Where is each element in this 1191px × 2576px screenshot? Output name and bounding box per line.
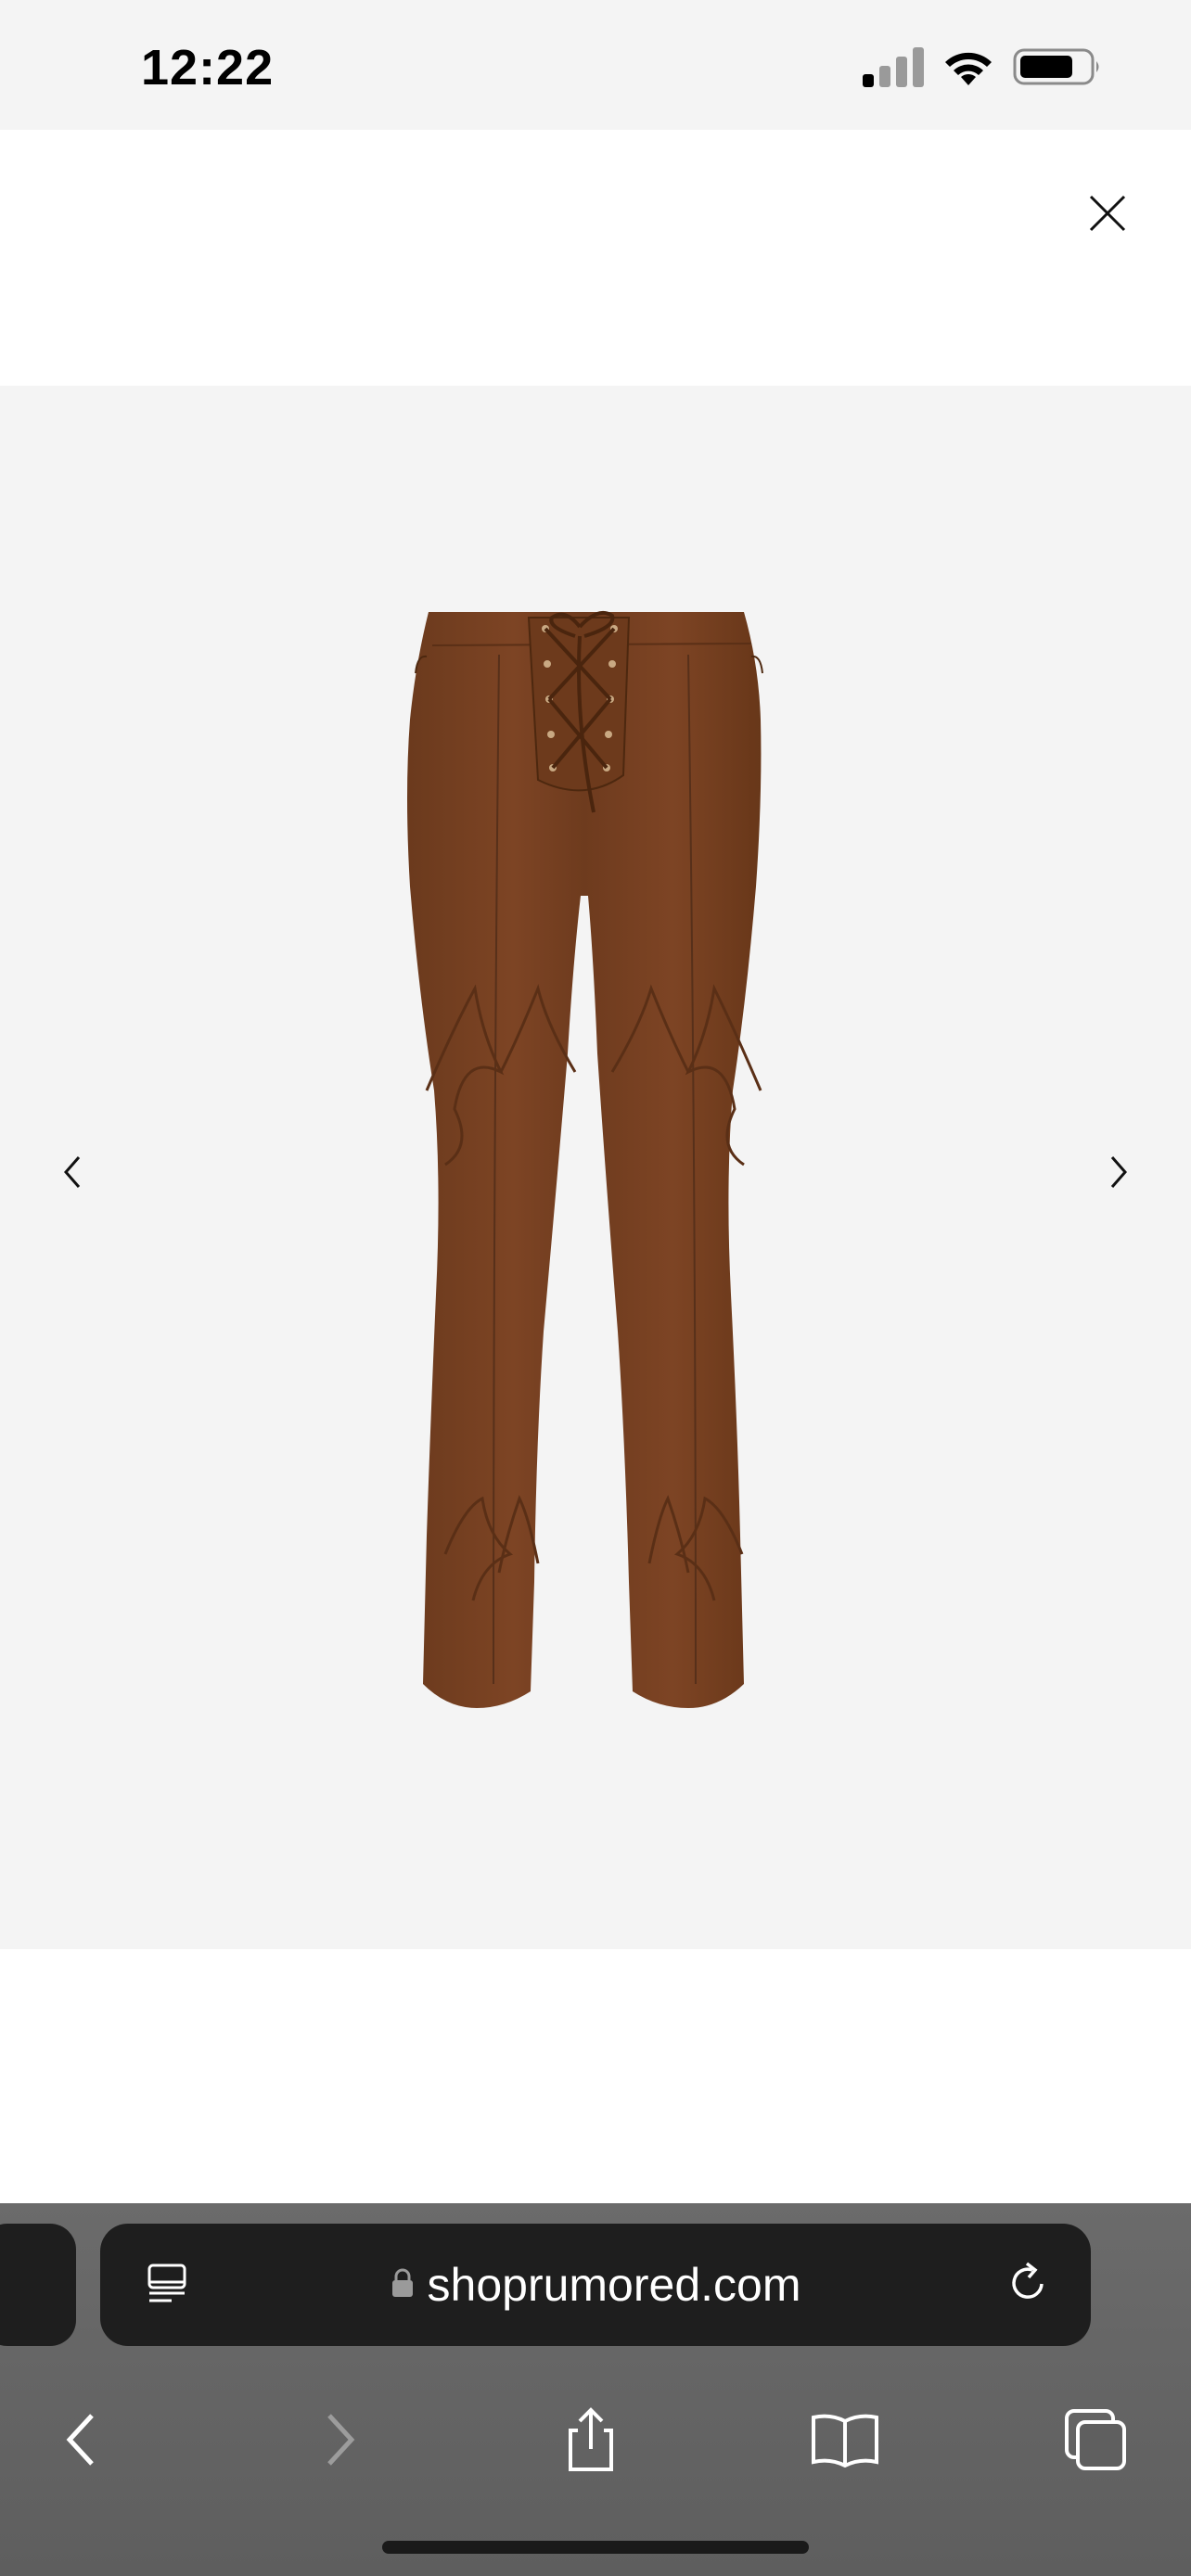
product-gallery-page: 12:22 shoprumored.com (0, 0, 1191, 2576)
modal-footer (0, 1949, 1191, 2203)
chevron-right-icon (1105, 1154, 1133, 1195)
image-gallery (0, 386, 1191, 1949)
back-button[interactable] (39, 2400, 122, 2483)
share-button[interactable] (549, 2400, 633, 2483)
tabs-icon (1063, 2407, 1128, 2477)
url-display: shoprumored.com (100, 2224, 1091, 2346)
previous-tab-preview[interactable] (0, 2224, 76, 2346)
status-icons (861, 46, 1102, 92)
share-icon (563, 2406, 619, 2478)
forward-icon (322, 2412, 359, 2472)
address-bar[interactable]: shoprumored.com (100, 2224, 1091, 2346)
product-image (390, 590, 798, 1740)
home-indicator (382, 2541, 809, 2554)
chevron-left-icon (58, 1154, 86, 1195)
url-text: shoprumored.com (427, 2259, 801, 2311)
next-image-button[interactable] (1082, 1137, 1156, 1211)
status-bar: 12:22 (0, 0, 1191, 130)
close-button[interactable] (1070, 178, 1145, 252)
bookmarks-icon (810, 2412, 880, 2472)
forward-button[interactable] (299, 2400, 382, 2483)
status-time: 12:22 (141, 40, 275, 96)
battery-icon (1013, 46, 1102, 92)
bookmarks-button[interactable] (803, 2400, 887, 2483)
reader-mode-button[interactable] (137, 2255, 197, 2315)
close-icon (1087, 193, 1128, 238)
reader-mode-icon (144, 2260, 190, 2311)
reload-button[interactable] (998, 2255, 1057, 2315)
cellular-signal-icon (861, 46, 924, 92)
back-icon (62, 2412, 99, 2472)
browser-toolbar (0, 2381, 1191, 2502)
lock-icon (391, 2267, 415, 2303)
previous-image-button[interactable] (35, 1137, 109, 1211)
reload-icon (1005, 2260, 1051, 2311)
modal-header (0, 130, 1191, 386)
tabs-button[interactable] (1054, 2400, 1137, 2483)
wifi-icon (941, 46, 996, 92)
browser-chrome: shoprumored.com (0, 2203, 1191, 2576)
